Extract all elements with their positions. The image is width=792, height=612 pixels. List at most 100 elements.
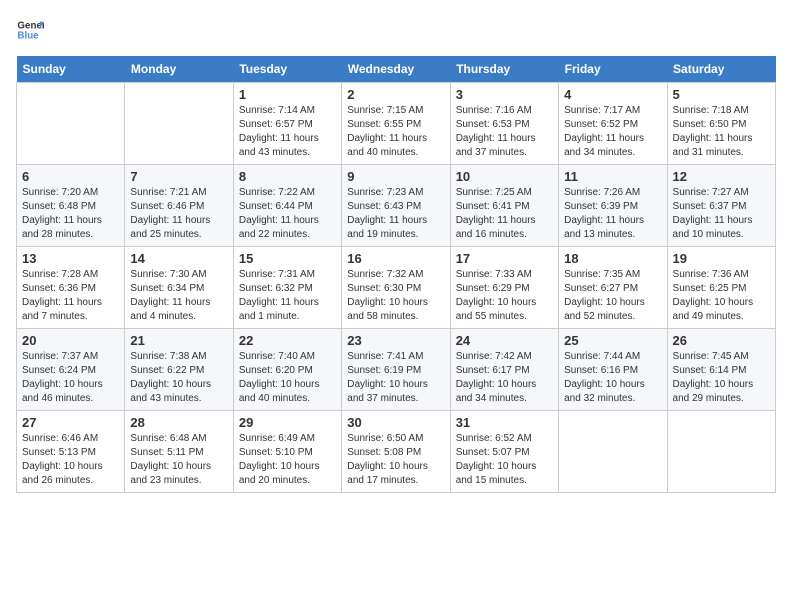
day-content: Sunrise: 7:36 AMSunset: 6:25 PMDaylight:…: [673, 268, 770, 324]
day-content: Sunrise: 7:18 AMSunset: 6:50 PMDaylight:…: [673, 104, 770, 160]
day-number: 3: [456, 87, 553, 102]
calendar-cell: 3 Sunrise: 7:16 AMSunset: 6:53 PMDaylight…: [450, 83, 558, 165]
weekday-header-friday: Friday: [559, 56, 667, 83]
week-row-2: 13 Sunrise: 7:28 AMSunset: 6:36 PMDayligh…: [17, 247, 776, 329]
day-content: Sunrise: 7:26 AMSunset: 6:39 PMDaylight:…: [564, 186, 661, 242]
day-number: 4: [564, 87, 661, 102]
calendar-cell: 9 Sunrise: 7:23 AMSunset: 6:43 PMDaylight…: [342, 165, 450, 247]
calendar-cell: 21 Sunrise: 7:38 AMSunset: 6:22 PMDayligh…: [125, 329, 233, 411]
day-content: Sunrise: 7:15 AMSunset: 6:55 PMDaylight:…: [347, 104, 444, 160]
day-number: 23: [347, 333, 444, 348]
weekday-header-thursday: Thursday: [450, 56, 558, 83]
calendar-cell: 20Sunrise: 7:37 AMSunset: 6:24 PMDayligh…: [17, 329, 125, 411]
day-content: Sunrise: 7:30 AMSunset: 6:34 PMDaylight:…: [130, 268, 227, 324]
week-row-1: 6 Sunrise: 7:20 AMSunset: 6:48 PMDaylight…: [17, 165, 776, 247]
calendar-cell: [17, 83, 125, 165]
day-number: 13: [22, 251, 119, 266]
day-content: Sunrise: 7:44 AMSunset: 6:16 PMDaylight:…: [564, 350, 661, 406]
calendar-header: SundayMondayTuesdayWednesdayThursdayFrid…: [17, 56, 776, 83]
day-number: 26: [673, 333, 770, 348]
calendar-cell: 23 Sunrise: 7:41 AMSunset: 6:19 PMDayligh…: [342, 329, 450, 411]
calendar-cell: 13 Sunrise: 7:28 AMSunset: 6:36 PMDayligh…: [17, 247, 125, 329]
day-content: Sunrise: 6:46 AMSunset: 5:13 PMDaylight:…: [22, 432, 119, 488]
day-content: Sunrise: 7:23 AMSunset: 6:43 PMDaylight:…: [347, 186, 444, 242]
svg-text:Blue: Blue: [17, 30, 39, 41]
day-number: 19: [673, 251, 770, 266]
calendar-cell: 8 Sunrise: 7:22 AMSunset: 6:44 PMDaylight…: [233, 165, 341, 247]
calendar-cell: 5Sunrise: 7:18 AMSunset: 6:50 PMDaylight…: [667, 83, 775, 165]
day-content: Sunrise: 7:28 AMSunset: 6:36 PMDaylight:…: [22, 268, 119, 324]
weekday-header-tuesday: Tuesday: [233, 56, 341, 83]
calendar-cell: 6 Sunrise: 7:20 AMSunset: 6:48 PMDaylight…: [17, 165, 125, 247]
calendar-cell: 30 Sunrise: 6:50 AMSunset: 5:08 PMDayligh…: [342, 411, 450, 493]
day-number: 30: [347, 415, 444, 430]
calendar-cell: 18Sunrise: 7:35 AMSunset: 6:27 PMDayligh…: [559, 247, 667, 329]
weekday-header-saturday: Saturday: [667, 56, 775, 83]
weekday-header-sunday: Sunday: [17, 56, 125, 83]
day-number: 8: [239, 169, 336, 184]
logo: General Blue: [16, 16, 50, 44]
day-content: Sunrise: 7:14 AMSunset: 6:57 PMDaylight:…: [239, 104, 336, 160]
day-content: Sunrise: 7:16 AMSunset: 6:53 PMDaylight:…: [456, 104, 553, 160]
day-number: 29: [239, 415, 336, 430]
logo-icon: General Blue: [16, 16, 44, 44]
day-content: Sunrise: 7:32 AMSunset: 6:30 PMDaylight:…: [347, 268, 444, 324]
calendar-cell: 27 Sunrise: 6:46 AMSunset: 5:13 PMDayligh…: [17, 411, 125, 493]
calendar-body: 1 Sunrise: 7:14 AMSunset: 6:57 PMDaylight…: [17, 83, 776, 493]
calendar-cell: 31Sunrise: 6:52 AMSunset: 5:07 PMDayligh…: [450, 411, 558, 493]
day-content: Sunrise: 7:38 AMSunset: 6:22 PMDaylight:…: [130, 350, 227, 406]
day-number: 22: [239, 333, 336, 348]
day-content: Sunrise: 6:48 AMSunset: 5:11 PMDaylight:…: [130, 432, 227, 488]
day-number: 15: [239, 251, 336, 266]
day-content: Sunrise: 7:33 AMSunset: 6:29 PMDaylight:…: [456, 268, 553, 324]
week-row-3: 20Sunrise: 7:37 AMSunset: 6:24 PMDayligh…: [17, 329, 776, 411]
page-header: General Blue: [16, 16, 776, 44]
calendar-cell: [125, 83, 233, 165]
day-content: Sunrise: 7:42 AMSunset: 6:17 PMDaylight:…: [456, 350, 553, 406]
calendar-cell: 14 Sunrise: 7:30 AMSunset: 6:34 PMDayligh…: [125, 247, 233, 329]
day-number: 27: [22, 415, 119, 430]
calendar-cell: 15 Sunrise: 7:31 AMSunset: 6:32 PMDayligh…: [233, 247, 341, 329]
calendar-cell: 22Sunrise: 7:40 AMSunset: 6:20 PMDayligh…: [233, 329, 341, 411]
weekday-header-wednesday: Wednesday: [342, 56, 450, 83]
day-content: Sunrise: 7:22 AMSunset: 6:44 PMDaylight:…: [239, 186, 336, 242]
calendar-cell: 24 Sunrise: 7:42 AMSunset: 6:17 PMDayligh…: [450, 329, 558, 411]
calendar-cell: 29 Sunrise: 6:49 AMSunset: 5:10 PMDayligh…: [233, 411, 341, 493]
day-number: 6: [22, 169, 119, 184]
calendar-cell: 11 Sunrise: 7:26 AMSunset: 6:39 PMDayligh…: [559, 165, 667, 247]
day-number: 14: [130, 251, 227, 266]
day-content: Sunrise: 7:37 AMSunset: 6:24 PMDaylight:…: [22, 350, 119, 406]
calendar-cell: [559, 411, 667, 493]
weekday-row: SundayMondayTuesdayWednesdayThursdayFrid…: [17, 56, 776, 83]
day-number: 7: [130, 169, 227, 184]
day-number: 17: [456, 251, 553, 266]
calendar-cell: 1 Sunrise: 7:14 AMSunset: 6:57 PMDaylight…: [233, 83, 341, 165]
day-content: Sunrise: 7:17 AMSunset: 6:52 PMDaylight:…: [564, 104, 661, 160]
day-number: 24: [456, 333, 553, 348]
calendar-cell: [667, 411, 775, 493]
day-number: 12: [673, 169, 770, 184]
day-number: 16: [347, 251, 444, 266]
day-content: Sunrise: 6:50 AMSunset: 5:08 PMDaylight:…: [347, 432, 444, 488]
day-content: Sunrise: 7:20 AMSunset: 6:48 PMDaylight:…: [22, 186, 119, 242]
calendar-cell: 16 Sunrise: 7:32 AMSunset: 6:30 PMDayligh…: [342, 247, 450, 329]
calendar-cell: 10 Sunrise: 7:25 AMSunset: 6:41 PMDayligh…: [450, 165, 558, 247]
week-row-4: 27 Sunrise: 6:46 AMSunset: 5:13 PMDayligh…: [17, 411, 776, 493]
day-content: Sunrise: 6:49 AMSunset: 5:10 PMDaylight:…: [239, 432, 336, 488]
day-number: 25: [564, 333, 661, 348]
day-content: Sunrise: 7:27 AMSunset: 6:37 PMDaylight:…: [673, 186, 770, 242]
weekday-header-monday: Monday: [125, 56, 233, 83]
day-number: 11: [564, 169, 661, 184]
day-number: 28: [130, 415, 227, 430]
day-content: Sunrise: 7:31 AMSunset: 6:32 PMDaylight:…: [239, 268, 336, 324]
day-number: 2: [347, 87, 444, 102]
day-number: 9: [347, 169, 444, 184]
day-number: 10: [456, 169, 553, 184]
day-content: Sunrise: 7:41 AMSunset: 6:19 PMDaylight:…: [347, 350, 444, 406]
day-content: Sunrise: 7:21 AMSunset: 6:46 PMDaylight:…: [130, 186, 227, 242]
calendar-cell: 12 Sunrise: 7:27 AMSunset: 6:37 PMDayligh…: [667, 165, 775, 247]
day-number: 1: [239, 87, 336, 102]
calendar-cell: 2 Sunrise: 7:15 AMSunset: 6:55 PMDaylight…: [342, 83, 450, 165]
day-number: 21: [130, 333, 227, 348]
day-content: Sunrise: 7:25 AMSunset: 6:41 PMDaylight:…: [456, 186, 553, 242]
